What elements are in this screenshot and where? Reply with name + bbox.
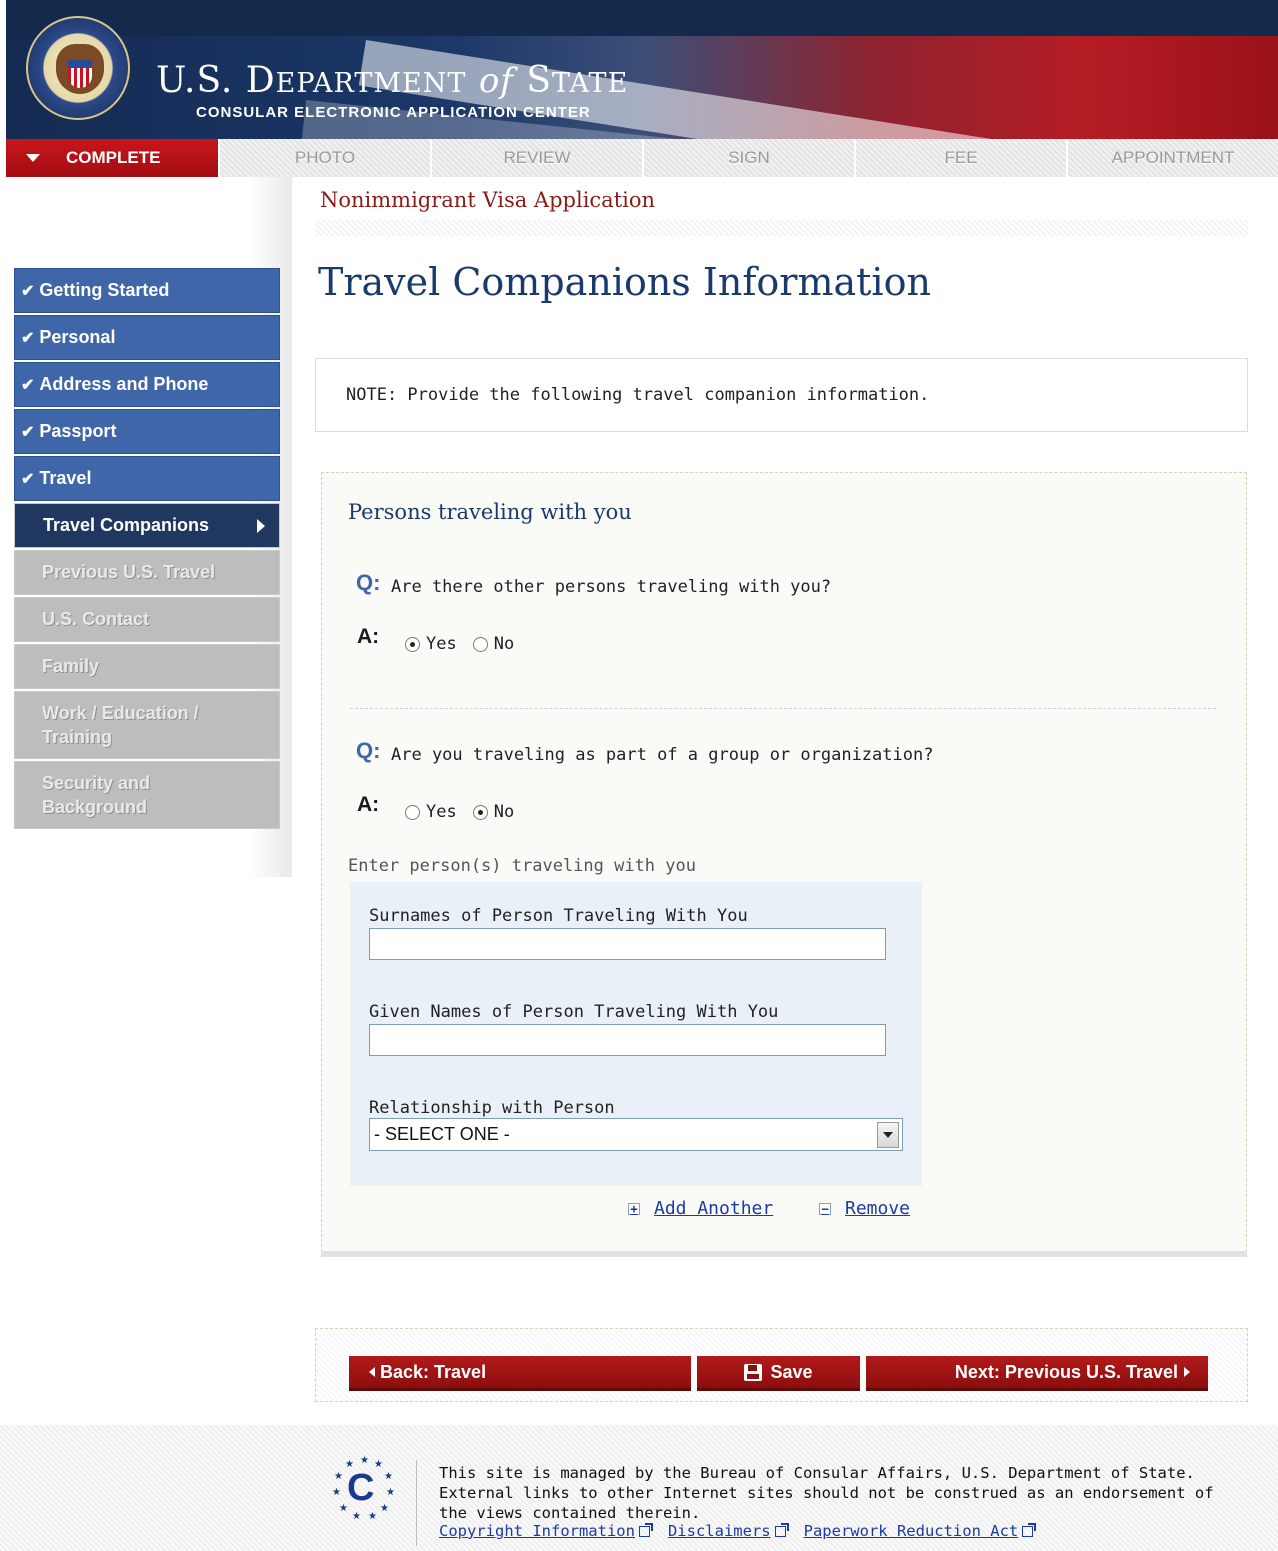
- paperwork-reduction-act-link[interactable]: Paperwork Reduction Act: [804, 1522, 1037, 1540]
- question-divider: [350, 708, 1216, 709]
- question-group-travel: Are you traveling as part of a group or …: [391, 745, 934, 765]
- save-disk-icon: [744, 1363, 763, 1381]
- save-button[interactable]: Save: [697, 1356, 860, 1391]
- group-travel-no-radio[interactable]: [472, 804, 488, 820]
- answer-marker: A:: [357, 625, 380, 648]
- question-marker: Q:: [356, 570, 381, 595]
- relationship-select[interactable]: - SELECT ONE -: [369, 1118, 903, 1151]
- add-another-link[interactable]: + Add Another: [628, 1198, 773, 1219]
- section-title: Persons traveling with you: [348, 500, 632, 524]
- given-names-input[interactable]: [369, 1024, 886, 1056]
- copyright-link[interactable]: Copyright Information: [439, 1522, 653, 1540]
- tab-sign[interactable]: SIGN: [642, 139, 854, 177]
- sidebar-item-us-contact: U.S. Contact: [14, 597, 280, 642]
- application-title: Nonimmigrant Visa Application: [320, 188, 656, 212]
- footer-disclaimer: This site is managed by the Bureau of Co…: [439, 1464, 1214, 1522]
- relationship-label: Relationship with Person: [369, 1098, 615, 1118]
- title-divider: [315, 220, 1248, 236]
- companion-entry-label: Enter person(s) traveling with you: [348, 856, 696, 876]
- external-link-icon: [774, 1522, 789, 1537]
- sidebar-item-getting-started[interactable]: ✔ Getting Started: [14, 268, 280, 313]
- sidebar-item-travel-companions[interactable]: Travel Companions: [14, 503, 280, 548]
- tab-review[interactable]: REVIEW: [430, 139, 642, 177]
- arrow-right-icon: [1184, 1367, 1190, 1377]
- external-link-icon: [638, 1522, 653, 1537]
- checkmark-icon: ✔: [21, 376, 35, 394]
- sidebar-item-personal[interactable]: ✔ Personal: [14, 315, 280, 360]
- caret-down-icon: [26, 154, 40, 162]
- header-banner: U.S. DEPARTMENT of STATE CONSULAR ELECTR…: [6, 0, 1278, 139]
- arrow-right-icon: [257, 518, 265, 533]
- sidebar-item-address-and-phone[interactable]: ✔ Address and Phone: [14, 362, 280, 407]
- department-title: U.S. DEPARTMENT of STATE: [156, 60, 629, 101]
- banner-top-bar: [6, 0, 1278, 36]
- footer-links: Copyright Information Disclaimers Paperw…: [439, 1522, 1051, 1540]
- back-button[interactable]: Back: Travel: [349, 1356, 691, 1391]
- answer-marker: A:: [357, 793, 380, 816]
- dropdown-arrow-icon[interactable]: [877, 1121, 899, 1148]
- checkmark-icon: ✔: [21, 470, 35, 488]
- minus-icon: −: [819, 1202, 831, 1215]
- checkmark-icon: ✔: [21, 282, 35, 300]
- external-link-icon: [1022, 1522, 1037, 1537]
- other-persons-yes-radio[interactable]: [405, 636, 420, 652]
- other-persons-no-radio[interactable]: [472, 636, 488, 652]
- tab-fee[interactable]: FEE: [854, 139, 1066, 177]
- sidebar-nav: ✔ Getting Started ✔ Personal ✔ Address and …: [14, 268, 280, 831]
- group-travel-yes-radio[interactable]: [405, 804, 420, 820]
- plus-icon: +: [628, 1202, 640, 1215]
- sidebar-item-travel[interactable]: ✔ Travel: [14, 456, 280, 501]
- question-marker: Q:: [356, 738, 381, 763]
- page-title: Travel Companions Information: [318, 260, 931, 304]
- application-center-subtitle: CONSULAR ELECTRONIC APPLICATION CENTER: [196, 104, 591, 121]
- sidebar-item-security-and-background: Security and Background: [14, 761, 280, 829]
- surname-label: Surnames of Person Traveling With You: [369, 906, 748, 926]
- surname-input[interactable]: [369, 928, 886, 960]
- shield-icon: [68, 60, 92, 88]
- sidebar-item-family: Family: [14, 644, 280, 689]
- question-other-persons: Are there other persons traveling with y…: [391, 577, 832, 597]
- given-names-label: Given Names of Person Traveling With You: [369, 1002, 779, 1022]
- arrow-left-icon: [369, 1367, 375, 1377]
- footer-divider: [416, 1460, 417, 1546]
- sidebar-item-passport[interactable]: ✔ Passport: [14, 409, 280, 454]
- consular-affairs-logo-icon: C ★ ★ ★ ★ ★ ★ ★ ★ ★ ★ ★: [332, 1455, 395, 1522]
- disclaimers-link[interactable]: Disclaimers: [668, 1522, 789, 1540]
- checkmark-icon: ✔: [21, 423, 35, 441]
- sidebar-item-previous-us-travel: Previous U.S. Travel: [14, 550, 280, 595]
- checkmark-icon: ✔: [21, 329, 35, 347]
- remove-link[interactable]: − Remove: [819, 1198, 910, 1219]
- note-box: NOTE: Provide the following travel compa…: [315, 358, 1248, 432]
- process-tabs: COMPLETE PHOTO REVIEW SIGN FEE APPOINTME…: [6, 139, 1278, 177]
- tab-photo[interactable]: PHOTO: [218, 139, 430, 177]
- other-persons-radio-group: Yes No: [405, 634, 530, 654]
- sidebar-item-work-education-training: Work / Education / Training: [14, 691, 280, 759]
- tab-complete[interactable]: COMPLETE: [6, 139, 218, 177]
- department-seal-icon: [26, 16, 130, 120]
- tab-appointment[interactable]: APPOINTMENT: [1066, 139, 1278, 177]
- group-travel-radio-group: Yes No: [405, 802, 530, 822]
- next-button[interactable]: Next: Previous U.S. Travel: [866, 1356, 1208, 1391]
